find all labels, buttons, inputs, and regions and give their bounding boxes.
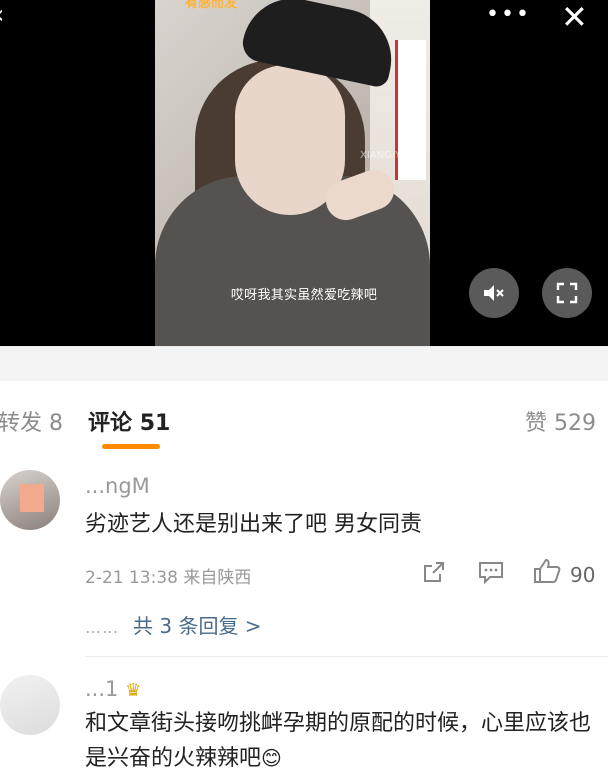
comment-text: 劣迹艺人还是别出来了吧 男女同责 <box>85 512 422 537</box>
comment-timestamp: 2-21 13:38 <box>85 568 178 588</box>
active-tab-indicator <box>102 444 160 449</box>
comment-username[interactable]: ...1 ♛ <box>85 677 141 701</box>
video-watermark: XIANG YAN <box>360 150 415 161</box>
like-icon[interactable] <box>533 558 561 590</box>
comment-text: 和文章街头接吻挑衅孕期的原配的时候，心里应该也是兴奋的火辣辣吧😊 <box>85 707 605 776</box>
view-replies-link[interactable]: …… 共 3 条回复 > <box>85 610 262 639</box>
mute-icon[interactable] <box>469 268 519 318</box>
share-icon[interactable] <box>422 560 446 590</box>
comment-location: 来自陕西 <box>183 568 252 588</box>
fullscreen-glyph <box>556 282 578 304</box>
avatar[interactable] <box>0 675 60 735</box>
comment-icon[interactable] <box>478 560 504 590</box>
avatar[interactable] <box>0 470 60 530</box>
tab-like[interactable]: 赞 529 <box>525 405 596 437</box>
comment-like-count: 90 <box>570 563 596 587</box>
fullscreen-icon[interactable] <box>542 268 592 318</box>
smile-emoji-icon: 😊 <box>261 746 282 770</box>
video-top-text: 有感而发 <box>185 0 238 11</box>
tab-like-label: 赞 <box>524 411 547 436</box>
tab-like-count: 529 <box>554 411 596 436</box>
comment-text-body: 和文章街头接吻挑衅孕期的原配的时候，心里应该也是兴奋的火辣辣吧 <box>85 711 592 771</box>
mute-glyph <box>484 285 504 301</box>
comment-glyph <box>479 562 503 585</box>
comment-username-text: ...1 <box>85 677 119 701</box>
more-icon[interactable]: ••• <box>486 2 531 27</box>
like-glyph <box>534 558 561 583</box>
tab-comment-label: 评论 <box>88 411 133 436</box>
close-icon[interactable]: ✕ <box>561 0 588 36</box>
replies-label: 共 3 条回复 > <box>133 614 262 638</box>
video-player[interactable]: ‹ 有感而发 XIANG YAN 哎呀我其实虽然爱吃辣吧 ••• ✕ <box>0 0 608 346</box>
comment-username[interactable]: ...ngM <box>85 474 150 498</box>
tab-repost-label: 转发 <box>0 411 43 436</box>
tab-repost-count: 8 <box>49 411 64 436</box>
share-glyph <box>424 562 444 582</box>
tab-comment-count: 51 <box>139 411 171 436</box>
tab-comment[interactable]: 评论 51 <box>88 405 170 437</box>
crown-icon: ♛ <box>125 680 142 701</box>
replies-dots: …… <box>85 618 119 637</box>
comment-tabs: 转发 8 评论 51 赞 529 <box>0 381 608 451</box>
comment-item: ...1 ♛ 和文章街头接吻挑衅孕期的原配的时候，心里应该也是兴奋的火辣辣吧😊 <box>0 657 608 771</box>
back-icon[interactable]: ‹ <box>0 0 4 30</box>
section-gap <box>0 346 608 381</box>
tab-repost[interactable]: 转发 8 <box>0 405 63 437</box>
comment-meta: 2-21 13:38 来自陕西 <box>85 563 251 588</box>
comment-item: ...ngM 劣迹艺人还是别出来了吧 男女同责 2-21 13:38 来自陕西 … <box>0 452 608 652</box>
avatar-blur <box>20 484 44 512</box>
